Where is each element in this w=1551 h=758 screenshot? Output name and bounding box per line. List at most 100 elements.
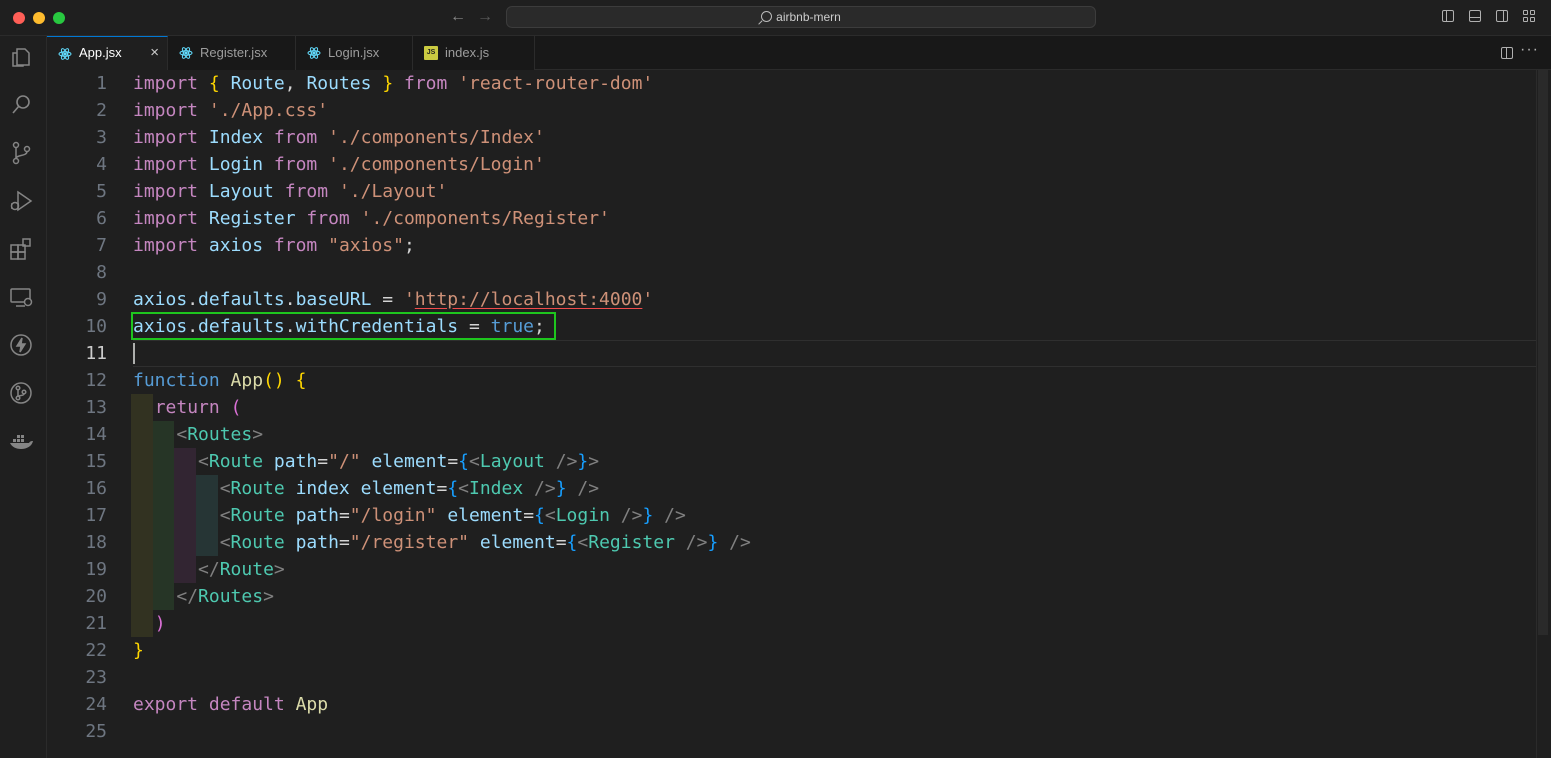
thunder-client-icon[interactable] xyxy=(8,332,38,362)
code-line[interactable]: 25 xyxy=(47,718,1537,745)
code-text: return ( xyxy=(154,397,242,418)
line-number: 9 xyxy=(96,289,107,310)
code-text: } xyxy=(133,640,144,661)
code-text: import './App.css' xyxy=(133,100,329,121)
vertical-scrollbar[interactable] xyxy=(1536,70,1551,758)
command-center-search[interactable]: airbnb-mern xyxy=(506,6,1096,28)
code-editor[interactable]: 1 import { Route, Routes } from 'react-ro… xyxy=(47,70,1551,758)
code-line[interactable]: 4 import Login from './components/Login' xyxy=(47,151,1537,178)
search-text: airbnb-mern xyxy=(776,10,841,24)
code-line[interactable]: 15 <Route path="/" element={<Layout />}> xyxy=(47,448,1537,475)
code-line[interactable]: 16 <Route index element={<Index />} /> xyxy=(47,475,1537,502)
code-line[interactable]: 18 <Route path="/register" element={<Reg… xyxy=(47,529,1537,556)
line-number: 24 xyxy=(85,694,107,715)
code-line[interactable]: 2 import './App.css' xyxy=(47,97,1537,124)
line-number: 21 xyxy=(85,613,107,634)
line-number: 25 xyxy=(85,721,107,742)
code-text: <Route index element={<Index />} /> xyxy=(219,478,600,499)
line-number: 23 xyxy=(85,667,107,688)
explorer-icon[interactable] xyxy=(8,44,38,74)
code-text: export default App xyxy=(133,694,329,715)
code-text: <Routes> xyxy=(176,424,264,445)
code-line[interactable]: 24 export default App xyxy=(47,691,1537,718)
code-text: axios.defaults.baseURL = 'http://localho… xyxy=(133,289,654,310)
tab-label: Login.jsx xyxy=(328,45,380,60)
line-number: 12 xyxy=(85,370,107,391)
activity-bar xyxy=(0,36,47,758)
code-line[interactable]: 12 function App() { xyxy=(47,367,1537,394)
text-cursor xyxy=(133,343,135,364)
search-icon xyxy=(761,11,773,22)
code-line[interactable]: 14 <Routes> xyxy=(47,421,1537,448)
react-icon xyxy=(58,48,72,60)
code-text: ) xyxy=(154,613,166,634)
search-icon[interactable] xyxy=(8,92,38,122)
close-icon[interactable]: × xyxy=(150,37,159,68)
tab-label: index.js xyxy=(445,45,490,60)
code-line[interactable]: 9 axios.defaults.baseURL = 'http://localh… xyxy=(47,286,1537,313)
code-text: import { Route, Routes } from 'react-rou… xyxy=(133,73,654,94)
run-debug-icon[interactable] xyxy=(8,188,38,218)
git-graph-icon[interactable] xyxy=(8,380,38,410)
code-line[interactable]: 6 import Register from './components/Regi… xyxy=(47,205,1537,232)
line-number: 17 xyxy=(85,505,107,526)
tab-index-js[interactable]: JS index.js xyxy=(413,36,535,70)
line-number: 6 xyxy=(96,208,107,229)
line-number: 3 xyxy=(96,127,107,148)
customize-layout-icon[interactable] xyxy=(1523,10,1535,22)
docker-icon[interactable] xyxy=(8,428,38,458)
scrollbar-thumb[interactable] xyxy=(1538,70,1548,635)
line-number: 2 xyxy=(96,100,107,121)
code-text: function App() { xyxy=(133,370,307,391)
line-number: 13 xyxy=(85,397,107,418)
line-number: 15 xyxy=(85,451,107,472)
code-line[interactable]: 19 </Route> xyxy=(47,556,1537,583)
code-line[interactable]: 11 xyxy=(47,340,1537,367)
split-editor-icon[interactable] xyxy=(1501,47,1513,59)
code-line[interactable]: 5 import Layout from './Layout' xyxy=(47,178,1537,205)
line-number: 18 xyxy=(85,532,107,553)
code-line[interactable]: 3 import Index from './components/Index' xyxy=(47,124,1537,151)
line-number: 16 xyxy=(85,478,107,499)
code-text: import Index from './components/Index' xyxy=(133,127,545,148)
tab-login-jsx[interactable]: Login.jsx xyxy=(296,36,413,70)
line-number: 14 xyxy=(85,424,107,445)
tab-label: App.jsx xyxy=(79,45,122,60)
code-text: import axios from "axios"; xyxy=(133,235,415,256)
close-window-button[interactable] xyxy=(13,12,25,24)
code-text: import Register from './components/Regis… xyxy=(133,208,610,229)
code-line[interactable]: 20 </Routes> xyxy=(47,583,1537,610)
remote-explorer-icon[interactable] xyxy=(8,284,38,314)
toggle-primary-sidebar-icon[interactable] xyxy=(1442,10,1454,22)
source-control-icon[interactable] xyxy=(8,140,38,170)
title-bar: ← → airbnb-mern xyxy=(0,0,1551,36)
tab-register-jsx[interactable]: Register.jsx xyxy=(168,36,296,70)
line-number: 5 xyxy=(96,181,107,202)
code-line[interactable]: 17 <Route path="/login" element={<Login … xyxy=(47,502,1537,529)
line-number: 22 xyxy=(85,640,107,661)
toggle-panel-icon[interactable] xyxy=(1469,10,1481,22)
line-number: 1 xyxy=(96,73,107,94)
maximize-window-button[interactable] xyxy=(53,12,65,24)
code-line[interactable]: 21 ) xyxy=(47,610,1537,637)
code-text: import Layout from './Layout' xyxy=(133,181,448,202)
code-line[interactable]: 8 xyxy=(47,259,1537,286)
code-text: import Login from './components/Login' xyxy=(133,154,545,175)
code-line[interactable]: 1 import { Route, Routes } from 'react-ro… xyxy=(47,70,1537,97)
forward-arrow-icon[interactable]: → xyxy=(476,8,494,26)
code-line[interactable]: 13 return ( xyxy=(47,394,1537,421)
line-number: 8 xyxy=(96,262,107,283)
back-arrow-icon[interactable]: ← xyxy=(449,8,467,26)
annotation-highlight-box xyxy=(131,312,556,340)
code-text: <Route path="/" element={<Layout />}> xyxy=(198,451,600,472)
line-number: 20 xyxy=(85,586,107,607)
minimize-window-button[interactable] xyxy=(33,12,45,24)
code-line[interactable]: 22} xyxy=(47,637,1537,664)
code-line[interactable]: 7 import axios from "axios"; xyxy=(47,232,1537,259)
editor-tab-bar: App.jsx × Register.jsx Login.jsx JS inde… xyxy=(47,36,1551,70)
toggle-secondary-sidebar-icon[interactable] xyxy=(1496,10,1508,22)
code-line[interactable]: 23 xyxy=(47,664,1537,691)
tab-app-jsx[interactable]: App.jsx × xyxy=(47,36,168,70)
extensions-icon[interactable] xyxy=(8,236,38,266)
more-actions-icon[interactable]: ··· xyxy=(1520,41,1539,59)
